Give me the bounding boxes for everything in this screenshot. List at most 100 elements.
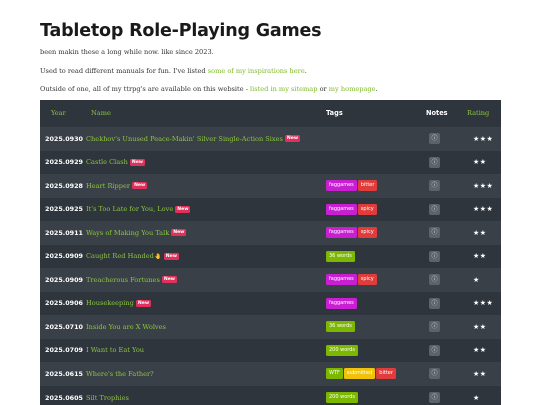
tags-cell: 36 words (326, 314, 426, 339)
info-icon[interactable]: ⓘ (429, 321, 440, 333)
new-badge: New (171, 229, 187, 237)
year-cell: 2025.0929 (40, 150, 86, 174)
intro-line-3-mid: or (317, 85, 329, 93)
notes-cell: ⓘ (426, 244, 454, 268)
new-badge: New (284, 135, 301, 143)
new-badge: New (129, 158, 146, 166)
rating-stars: ★ (454, 385, 501, 405)
header-year[interactable]: Year (40, 100, 86, 127)
info-icon[interactable]: ⓘ (429, 368, 440, 380)
tags-cell: faggames spicy (326, 197, 426, 221)
tag-badge[interactable]: spicy (357, 203, 377, 215)
tags-cell: faggames spicy (326, 220, 426, 245)
name-cell: Silt Trophies (86, 385, 326, 405)
info-icon[interactable]: ⓘ (429, 227, 440, 239)
header-tags: Tags (326, 109, 343, 118)
game-link[interactable]: Heart Ripper (86, 182, 130, 190)
info-icon[interactable]: ⓘ (429, 203, 440, 215)
homepage-link[interactable]: my homepage (329, 85, 376, 93)
notes-cell: ⓘ (426, 150, 454, 174)
tag-badge[interactable]: 36 words (326, 250, 355, 262)
name-cell: Heart Ripper New (86, 173, 326, 198)
info-icon[interactable]: ⓘ (429, 392, 440, 403)
header-name[interactable]: Name (86, 100, 326, 127)
year-cell: 2025.0710 (40, 314, 86, 339)
tag-badge[interactable]: submitted (343, 368, 376, 380)
rating-stars: ★★★ (454, 173, 501, 198)
game-link[interactable]: Inside You are X Wolves (86, 323, 166, 331)
game-link[interactable]: Castle Clash (86, 158, 128, 166)
tag-badge[interactable]: 36 words (326, 321, 355, 333)
info-icon[interactable]: ⓘ (429, 344, 440, 356)
notes-cell: ⓘ (426, 197, 454, 221)
game-link[interactable]: Chekhov's Unused Peace-Makin' Silver Sin… (86, 135, 283, 143)
table-row: 2025.0709 I Want to Eat You 200 words ⓘ ★★ (40, 338, 501, 362)
new-badge: New (175, 205, 191, 213)
rating-stars: ★★★ (454, 291, 501, 315)
inspirations-link[interactable]: some of my inspirations here (208, 67, 305, 75)
sitemap-link[interactable]: listed in my sitemap (250, 85, 317, 93)
game-link[interactable]: I Want to Eat You (86, 346, 144, 354)
game-link[interactable]: Where's the Father? (86, 370, 154, 378)
info-icon[interactable]: ⓘ (429, 133, 440, 145)
name-cell: It's Too Late for You, Love New (86, 197, 326, 221)
tag-badge[interactable]: faggames (326, 274, 357, 286)
header-rating[interactable]: Rating (454, 100, 501, 127)
table-row: 2025.0605 Silt Trophies 200 words ⓘ ★ (40, 385, 501, 405)
rating-stars: ★★ (454, 244, 501, 268)
new-badge: New (132, 182, 148, 190)
info-icon[interactable]: ⓘ (429, 297, 440, 309)
tag-badge[interactable]: faggames (326, 180, 357, 192)
info-icon[interactable]: ⓘ (429, 274, 440, 286)
notes-cell: ⓘ (426, 173, 454, 198)
rating-stars: ★★ (454, 314, 501, 339)
intro-line-2: Used to read different manuals for fun. … (40, 67, 501, 75)
tag-badge[interactable]: WTF (326, 368, 343, 380)
table-row: 2025.0930 Chekhov's Unused Peace-Makin' S… (40, 126, 501, 151)
tags-cell: faggames bitter (326, 173, 426, 198)
year-cell: 2025.0615 (40, 361, 86, 386)
tag-badge[interactable]: spicy (357, 274, 377, 286)
tags-cell: 200 words (326, 385, 426, 405)
tag-badge[interactable]: bitter (357, 180, 378, 192)
tag-badge[interactable]: faggames (326, 297, 357, 309)
game-link[interactable]: Caught Red Handed (86, 252, 154, 260)
game-link[interactable]: Silt Trophies (86, 394, 129, 402)
notes-cell: ⓘ (426, 291, 454, 315)
tags-cell (326, 126, 426, 151)
table-row: 2025.0928 Heart Ripper New faggames bitter ⓘ ★… (40, 173, 501, 198)
new-badge: New (163, 252, 179, 260)
rating-stars: ★★ (454, 361, 501, 386)
table-row: 2025.0909 Caught Red Handed🤚 New 36 words ⓘ ★… (40, 244, 501, 268)
year-cell: 2025.0911 (40, 220, 86, 245)
info-icon[interactable]: ⓘ (429, 180, 440, 192)
table-row: 2025.0911 Ways of Making You Talk New fagga… (40, 220, 501, 245)
tags-cell (326, 150, 426, 174)
tag-badge[interactable]: spicy (357, 227, 377, 239)
tag-badge[interactable]: faggames (326, 203, 357, 215)
game-link[interactable]: Housekeeping (86, 299, 134, 307)
new-badge: New (161, 276, 178, 284)
game-link[interactable]: Treacherous Fortunes (86, 276, 160, 284)
info-icon[interactable]: ⓘ (429, 156, 440, 168)
intro-line-3-text: Outside of one, all of my ttrpg's are av… (40, 85, 251, 93)
name-cell: Ways of Making You Talk New (86, 220, 326, 245)
year-cell: 2025.0930 (40, 126, 86, 151)
name-cell: Inside You are X Wolves (86, 314, 326, 339)
tag-badge[interactable]: 200 words (326, 344, 359, 356)
game-link[interactable]: It's Too Late for You, Love (86, 205, 173, 213)
notes-cell: ⓘ (426, 314, 454, 339)
tag-badge[interactable]: bitter (376, 368, 396, 380)
tag-badge[interactable]: 200 words (326, 392, 359, 403)
tag-badge[interactable]: faggames (326, 227, 357, 239)
notes-cell: ⓘ (426, 385, 454, 405)
table-row: 2025.0909 Treacherous Fortunes New faggames… (40, 267, 501, 292)
tags-cell: WTF submitted bitter (326, 361, 426, 386)
name-cell: Chekhov's Unused Peace-Makin' Silver Sin… (86, 126, 326, 151)
info-icon[interactable]: ⓘ (429, 250, 440, 262)
rating-stars: ★★★ (454, 126, 501, 151)
table-row: 2025.0906 Housekeeping New faggames ⓘ ★★★ (40, 291, 501, 315)
table-header-row: Year Name Tags Notes Rating (40, 100, 501, 127)
game-link[interactable]: Ways of Making You Talk (86, 229, 169, 237)
intro-line-2-text: Used to read different manuals for fun. … (40, 67, 208, 75)
